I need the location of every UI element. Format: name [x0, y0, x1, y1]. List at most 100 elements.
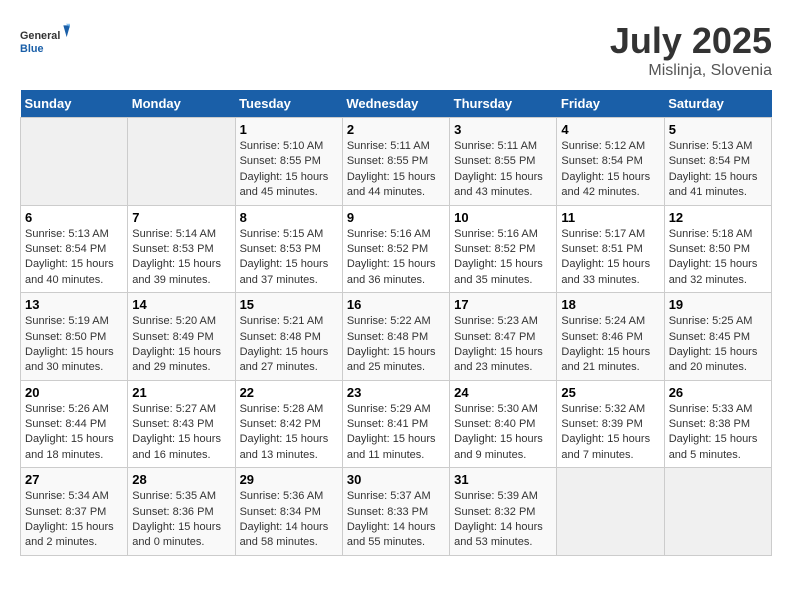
day-number: 26	[669, 385, 767, 400]
day-number: 2	[347, 122, 445, 137]
day-info: Sunrise: 5:24 AMSunset: 8:46 PMDaylight:…	[561, 315, 650, 373]
day-info: Sunrise: 5:11 AMSunset: 8:55 PMDaylight:…	[347, 140, 436, 198]
day-info: Sunrise: 5:20 AMSunset: 8:49 PMDaylight:…	[132, 315, 221, 373]
header-sunday: Sunday	[21, 90, 128, 118]
day-info: Sunrise: 5:37 AMSunset: 8:33 PMDaylight:…	[347, 490, 436, 548]
calendar-cell-w4-d3: 30 Sunrise: 5:37 AMSunset: 8:33 PMDaylig…	[342, 468, 449, 556]
day-info: Sunrise: 5:32 AMSunset: 8:39 PMDaylight:…	[561, 403, 650, 461]
day-info: Sunrise: 5:16 AMSunset: 8:52 PMDaylight:…	[454, 228, 543, 286]
calendar-cell-w3-d0: 20 Sunrise: 5:26 AMSunset: 8:44 PMDaylig…	[21, 380, 128, 468]
logo: General Blue	[20, 20, 70, 65]
day-number: 23	[347, 385, 445, 400]
day-number: 8	[240, 210, 338, 225]
header-monday: Monday	[128, 90, 235, 118]
svg-text:Blue: Blue	[20, 43, 43, 55]
calendar-cell-w1-d6: 12 Sunrise: 5:18 AMSunset: 8:50 PMDaylig…	[664, 205, 771, 293]
day-info: Sunrise: 5:14 AMSunset: 8:53 PMDaylight:…	[132, 228, 221, 286]
day-number: 20	[25, 385, 123, 400]
day-info: Sunrise: 5:33 AMSunset: 8:38 PMDaylight:…	[669, 403, 758, 461]
day-info: Sunrise: 5:21 AMSunset: 8:48 PMDaylight:…	[240, 315, 329, 373]
day-number: 30	[347, 472, 445, 487]
day-number: 3	[454, 122, 552, 137]
calendar-cell-w4-d4: 31 Sunrise: 5:39 AMSunset: 8:32 PMDaylig…	[450, 468, 557, 556]
day-number: 13	[25, 297, 123, 312]
header-tuesday: Tuesday	[235, 90, 342, 118]
day-info: Sunrise: 5:29 AMSunset: 8:41 PMDaylight:…	[347, 403, 436, 461]
week-row-2: 13 Sunrise: 5:19 AMSunset: 8:50 PMDaylig…	[21, 293, 772, 381]
logo-svg: General Blue	[20, 20, 70, 65]
calendar-cell-w0-d3: 2 Sunrise: 5:11 AMSunset: 8:55 PMDayligh…	[342, 118, 449, 206]
day-number: 11	[561, 210, 659, 225]
week-row-4: 27 Sunrise: 5:34 AMSunset: 8:37 PMDaylig…	[21, 468, 772, 556]
calendar-cell-w0-d5: 4 Sunrise: 5:12 AMSunset: 8:54 PMDayligh…	[557, 118, 664, 206]
day-info: Sunrise: 5:28 AMSunset: 8:42 PMDaylight:…	[240, 403, 329, 461]
calendar-cell-w3-d6: 26 Sunrise: 5:33 AMSunset: 8:38 PMDaylig…	[664, 380, 771, 468]
day-number: 10	[454, 210, 552, 225]
day-info: Sunrise: 5:30 AMSunset: 8:40 PMDaylight:…	[454, 403, 543, 461]
day-info: Sunrise: 5:12 AMSunset: 8:54 PMDaylight:…	[561, 140, 650, 198]
day-number: 17	[454, 297, 552, 312]
calendar-cell-w2-d6: 19 Sunrise: 5:25 AMSunset: 8:45 PMDaylig…	[664, 293, 771, 381]
header-thursday: Thursday	[450, 90, 557, 118]
day-number: 9	[347, 210, 445, 225]
day-number: 25	[561, 385, 659, 400]
calendar-cell-w3-d3: 23 Sunrise: 5:29 AMSunset: 8:41 PMDaylig…	[342, 380, 449, 468]
day-number: 12	[669, 210, 767, 225]
day-info: Sunrise: 5:26 AMSunset: 8:44 PMDaylight:…	[25, 403, 114, 461]
header-saturday: Saturday	[664, 90, 771, 118]
week-row-0: 1 Sunrise: 5:10 AMSunset: 8:55 PMDayligh…	[21, 118, 772, 206]
calendar-cell-w1-d1: 7 Sunrise: 5:14 AMSunset: 8:53 PMDayligh…	[128, 205, 235, 293]
day-info: Sunrise: 5:13 AMSunset: 8:54 PMDaylight:…	[669, 140, 758, 198]
day-number: 18	[561, 297, 659, 312]
day-info: Sunrise: 5:13 AMSunset: 8:54 PMDaylight:…	[25, 228, 114, 286]
calendar-cell-w2-d5: 18 Sunrise: 5:24 AMSunset: 8:46 PMDaylig…	[557, 293, 664, 381]
calendar-cell-w2-d1: 14 Sunrise: 5:20 AMSunset: 8:49 PMDaylig…	[128, 293, 235, 381]
calendar-cell-w1-d3: 9 Sunrise: 5:16 AMSunset: 8:52 PMDayligh…	[342, 205, 449, 293]
calendar-cell-w4-d5	[557, 468, 664, 556]
week-row-1: 6 Sunrise: 5:13 AMSunset: 8:54 PMDayligh…	[21, 205, 772, 293]
day-number: 16	[347, 297, 445, 312]
day-number: 29	[240, 472, 338, 487]
calendar-cell-w0-d4: 3 Sunrise: 5:11 AMSunset: 8:55 PMDayligh…	[450, 118, 557, 206]
day-number: 15	[240, 297, 338, 312]
calendar-cell-w0-d1	[128, 118, 235, 206]
day-info: Sunrise: 5:19 AMSunset: 8:50 PMDaylight:…	[25, 315, 114, 373]
week-row-3: 20 Sunrise: 5:26 AMSunset: 8:44 PMDaylig…	[21, 380, 772, 468]
calendar-cell-w4-d1: 28 Sunrise: 5:35 AMSunset: 8:36 PMDaylig…	[128, 468, 235, 556]
day-info: Sunrise: 5:23 AMSunset: 8:47 PMDaylight:…	[454, 315, 543, 373]
calendar-header-row: Sunday Monday Tuesday Wednesday Thursday…	[21, 90, 772, 118]
day-info: Sunrise: 5:35 AMSunset: 8:36 PMDaylight:…	[132, 490, 221, 548]
day-info: Sunrise: 5:25 AMSunset: 8:45 PMDaylight:…	[669, 315, 758, 373]
day-info: Sunrise: 5:22 AMSunset: 8:48 PMDaylight:…	[347, 315, 436, 373]
day-info: Sunrise: 5:17 AMSunset: 8:51 PMDaylight:…	[561, 228, 650, 286]
day-number: 7	[132, 210, 230, 225]
header-friday: Friday	[557, 90, 664, 118]
day-number: 14	[132, 297, 230, 312]
calendar-cell-w0-d6: 5 Sunrise: 5:13 AMSunset: 8:54 PMDayligh…	[664, 118, 771, 206]
calendar-table: Sunday Monday Tuesday Wednesday Thursday…	[20, 90, 772, 556]
day-number: 24	[454, 385, 552, 400]
day-info: Sunrise: 5:39 AMSunset: 8:32 PMDaylight:…	[454, 490, 543, 548]
day-info: Sunrise: 5:10 AMSunset: 8:55 PMDaylight:…	[240, 140, 329, 198]
day-number: 27	[25, 472, 123, 487]
day-number: 21	[132, 385, 230, 400]
page-header: General Blue July 2025 Mislinja, Sloveni…	[20, 20, 772, 80]
day-info: Sunrise: 5:16 AMSunset: 8:52 PMDaylight:…	[347, 228, 436, 286]
title-month: July 2025	[610, 20, 772, 62]
title-block: July 2025 Mislinja, Slovenia	[610, 20, 772, 80]
calendar-cell-w0-d2: 1 Sunrise: 5:10 AMSunset: 8:55 PMDayligh…	[235, 118, 342, 206]
day-info: Sunrise: 5:15 AMSunset: 8:53 PMDaylight:…	[240, 228, 329, 286]
calendar-cell-w1-d2: 8 Sunrise: 5:15 AMSunset: 8:53 PMDayligh…	[235, 205, 342, 293]
day-number: 1	[240, 122, 338, 137]
title-location: Mislinja, Slovenia	[610, 62, 772, 80]
calendar-cell-w1-d4: 10 Sunrise: 5:16 AMSunset: 8:52 PMDaylig…	[450, 205, 557, 293]
calendar-cell-w4-d0: 27 Sunrise: 5:34 AMSunset: 8:37 PMDaylig…	[21, 468, 128, 556]
day-number: 19	[669, 297, 767, 312]
calendar-cell-w3-d5: 25 Sunrise: 5:32 AMSunset: 8:39 PMDaylig…	[557, 380, 664, 468]
calendar-cell-w3-d1: 21 Sunrise: 5:27 AMSunset: 8:43 PMDaylig…	[128, 380, 235, 468]
day-number: 5	[669, 122, 767, 137]
day-info: Sunrise: 5:34 AMSunset: 8:37 PMDaylight:…	[25, 490, 114, 548]
calendar-cell-w1-d5: 11 Sunrise: 5:17 AMSunset: 8:51 PMDaylig…	[557, 205, 664, 293]
calendar-cell-w2-d2: 15 Sunrise: 5:21 AMSunset: 8:48 PMDaylig…	[235, 293, 342, 381]
day-number: 28	[132, 472, 230, 487]
